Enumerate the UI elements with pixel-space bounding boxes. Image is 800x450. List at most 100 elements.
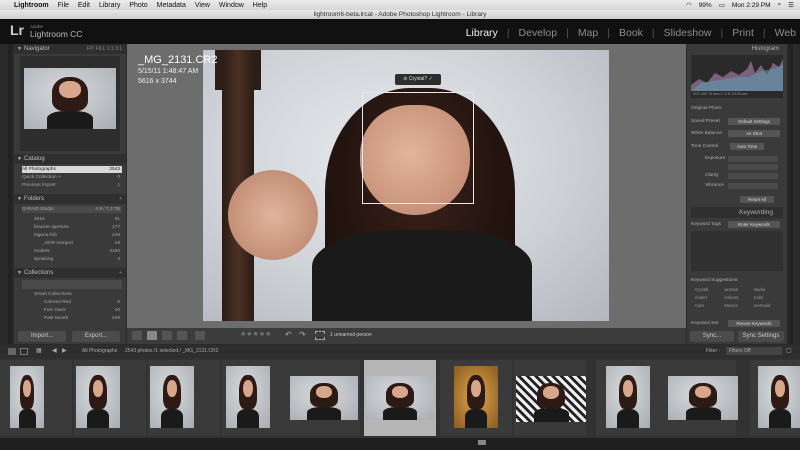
module-develop[interactable]: Develop bbox=[519, 27, 558, 39]
folder-row[interactable]: models 2100 bbox=[22, 248, 122, 255]
forward-icon[interactable]: ▶ bbox=[62, 347, 67, 354]
sync-settings-button[interactable]: Sync Settings bbox=[738, 331, 784, 342]
menu-window[interactable]: Window bbox=[219, 2, 244, 9]
module-slideshow[interactable]: Slideshow bbox=[664, 27, 712, 39]
keyword-entry-area[interactable] bbox=[691, 231, 783, 271]
catalog-row-all-photographs[interactable]: All Photographs 2543 bbox=[22, 166, 122, 173]
suggestion[interactable]: Cars bbox=[695, 303, 724, 308]
face-tag[interactable]: ⊘ Crystal? ✓ bbox=[395, 74, 441, 85]
filmstrip-scroll-thumb[interactable] bbox=[478, 440, 486, 445]
suggestion[interactable]: woman bbox=[724, 287, 753, 292]
grid-view-icon[interactable] bbox=[132, 331, 142, 340]
auto-tone-button[interactable]: Auto Tone bbox=[730, 143, 764, 150]
compare-view-icon[interactable] bbox=[162, 331, 172, 340]
zoom-options[interactable]: FIT FILL 1:1 3:1 bbox=[87, 44, 122, 54]
rotate-right-icon[interactable]: ↷ bbox=[299, 330, 306, 339]
filmstrip-cell[interactable] bbox=[148, 360, 220, 436]
search-icon[interactable]: ⌕ bbox=[778, 1, 782, 9]
filter-lock-icon[interactable]: ▢ bbox=[786, 347, 792, 354]
collections-header[interactable]: ▼ Collections + bbox=[14, 268, 126, 278]
loupe-view-icon[interactable] bbox=[147, 331, 157, 340]
catalog-row-previous-import[interactable]: Previous Import 1 bbox=[22, 182, 122, 189]
menu-edit[interactable]: Edit bbox=[78, 2, 90, 9]
filmstrip-cell-selected[interactable] bbox=[364, 360, 436, 436]
sync-button[interactable]: Sync... bbox=[690, 331, 734, 342]
exposure-buttons[interactable] bbox=[728, 156, 778, 162]
reject-icon[interactable]: ⊘ bbox=[403, 76, 407, 82]
collection-row[interactable]: Past Month 249 bbox=[22, 315, 122, 322]
collection-row[interactable]: Five Stars 10 bbox=[22, 307, 122, 314]
menu-library[interactable]: Library bbox=[99, 2, 120, 9]
filmstrip-cell[interactable] bbox=[440, 360, 512, 436]
keywording-header[interactable]: Keywording bbox=[691, 207, 783, 218]
keyword-set-dropdown[interactable]: Recent Keywords bbox=[728, 320, 780, 327]
keyword-tags-dropdown[interactable]: Enter Keywords bbox=[728, 221, 780, 228]
original-photo-toggle[interactable]: Original Photo bbox=[691, 104, 783, 113]
left-panel-scrollbar[interactable] bbox=[8, 44, 12, 344]
suggestion[interactable]: indoors bbox=[724, 295, 753, 300]
reset-all-button[interactable]: Reset All bbox=[740, 196, 774, 203]
suggestion[interactable]: studio bbox=[754, 287, 783, 292]
suggestion[interactable]: Crystal bbox=[695, 287, 724, 292]
filmstrip-cell[interactable] bbox=[514, 360, 586, 436]
back-icon[interactable]: ◀ bbox=[52, 347, 57, 354]
folder-row[interactable]: laguna-fob 249 bbox=[22, 232, 122, 239]
secondary-window-icon[interactable] bbox=[20, 348, 28, 355]
folder-row[interactable]: _HDR merged 18 bbox=[22, 240, 122, 247]
draw-face-region-icon[interactable] bbox=[315, 331, 325, 340]
module-library[interactable]: Library bbox=[466, 27, 498, 39]
filmstrip-cell[interactable] bbox=[750, 360, 800, 436]
vibrance-buttons[interactable] bbox=[728, 183, 778, 189]
module-map[interactable]: Map bbox=[578, 27, 598, 39]
collection-row[interactable]: Smart Collections bbox=[22, 291, 122, 298]
right-panel-scrollbar[interactable] bbox=[789, 44, 793, 344]
menu-file[interactable]: File bbox=[58, 2, 69, 9]
suggestion[interactable]: mermaid bbox=[754, 303, 783, 308]
module-print[interactable]: Print bbox=[732, 27, 754, 39]
filter-dropdown[interactable]: Filters Off bbox=[726, 347, 782, 355]
collection-search[interactable] bbox=[22, 280, 122, 289]
filmstrip-source[interactable]: All Photographs bbox=[82, 348, 117, 354]
star-rating[interactable]: ★★★★★ bbox=[240, 330, 271, 338]
menu-view[interactable]: View bbox=[195, 2, 210, 9]
filmstrip-cell[interactable] bbox=[222, 360, 294, 436]
face-region-box[interactable] bbox=[362, 92, 474, 204]
grid-icon[interactable]: ▦ bbox=[36, 347, 42, 354]
white-balance-dropdown[interactable]: As Shot bbox=[728, 130, 780, 137]
folder-row[interactable]: 2018 31 bbox=[22, 216, 122, 223]
filmstrip-cell[interactable] bbox=[0, 360, 72, 436]
filmstrip-cell[interactable] bbox=[596, 360, 668, 436]
accept-icon[interactable]: ✓ bbox=[429, 76, 433, 82]
primary-window-icon[interactable] bbox=[8, 348, 16, 355]
folders-header[interactable]: ▼ Folders + bbox=[14, 194, 126, 204]
menu-help[interactable]: Help bbox=[253, 2, 267, 9]
menu-photo[interactable]: Photo bbox=[129, 2, 147, 9]
filmstrip-cell[interactable] bbox=[288, 360, 360, 436]
catalog-row-quick-collection[interactable]: Quick Collection + 0 bbox=[22, 174, 122, 181]
wifi-icon[interactable]: ◠ bbox=[686, 1, 692, 9]
saved-preset-dropdown[interactable]: Default Settings bbox=[728, 118, 780, 125]
people-view-icon[interactable] bbox=[195, 331, 205, 340]
clock[interactable]: Mon 2:29 PM bbox=[732, 2, 771, 9]
navigator-preview[interactable] bbox=[20, 56, 120, 151]
menu-app[interactable]: Lightroom bbox=[14, 2, 49, 9]
export-button[interactable]: Export... bbox=[72, 331, 120, 342]
suggestion[interactable]: Colin bbox=[754, 295, 783, 300]
navigator-header[interactable]: ▼ Navigator FIT FILL 1:1 3:1 bbox=[14, 44, 126, 54]
suggestion[interactable]: model bbox=[695, 295, 724, 300]
volume-row[interactable]: G-RAID Studio 4.9 / 7.3 TB bbox=[22, 206, 122, 213]
rotate-left-icon[interactable]: ↶ bbox=[285, 330, 292, 339]
import-button[interactable]: Import... bbox=[18, 331, 66, 342]
survey-view-icon[interactable] bbox=[177, 331, 187, 340]
contrast-buttons[interactable] bbox=[728, 164, 778, 170]
clarity-buttons[interactable] bbox=[728, 173, 778, 179]
battery-text[interactable]: 99% bbox=[699, 2, 712, 9]
module-web[interactable]: Web bbox=[775, 27, 796, 39]
add-folder-icon[interactable]: + bbox=[119, 194, 122, 204]
filmstrip-cell[interactable] bbox=[74, 360, 146, 436]
battery-icon[interactable]: ▭ bbox=[719, 1, 725, 9]
collection-row[interactable]: Colored Red 0 bbox=[22, 299, 122, 306]
menu-metadata[interactable]: Metadata bbox=[157, 2, 186, 9]
folder-row[interactable]: speaking 2 bbox=[22, 256, 122, 263]
folder-row[interactable]: bracket aperture 177 bbox=[22, 224, 122, 231]
